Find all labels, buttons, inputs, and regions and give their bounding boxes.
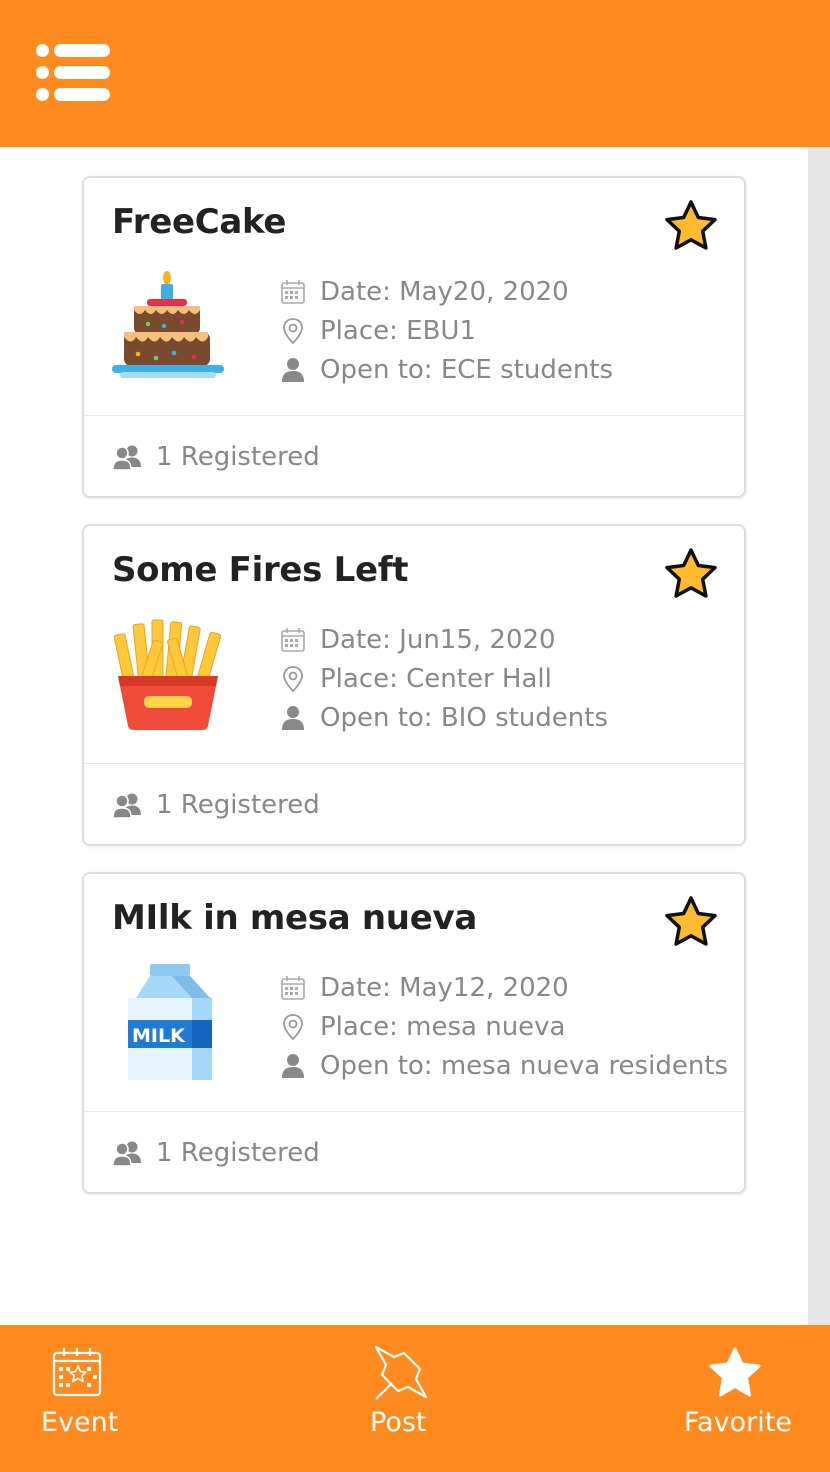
favorite-star-button[interactable]	[662, 546, 720, 602]
event-place: Place: Center Hall	[320, 663, 552, 694]
favorite-star-button[interactable]	[662, 894, 720, 950]
location-pin-icon	[280, 1013, 306, 1041]
star-icon	[665, 896, 717, 946]
card-divider	[84, 1111, 744, 1112]
star-icon	[665, 548, 717, 598]
event-card[interactable]: Some Fires Left Date: Jun15, 2020 Place:…	[82, 524, 746, 846]
event-open-to: Open to: mesa nueva residents	[320, 1050, 729, 1081]
favorite-star-button[interactable]	[662, 198, 720, 254]
star-filled-icon	[709, 1347, 761, 1397]
calendar-icon	[280, 278, 306, 306]
menu-button[interactable]	[36, 44, 112, 104]
nav-favorite-tab[interactable]: Favorite	[680, 1325, 792, 1472]
calendar-icon	[280, 974, 306, 1002]
event-date: Date: Jun15, 2020	[320, 624, 556, 655]
nav-event-label: Event	[41, 1407, 119, 1438]
location-pin-icon	[280, 665, 306, 693]
scrollbar[interactable]	[808, 147, 830, 1325]
event-open-to: Open to: BIO students	[320, 702, 609, 733]
person-icon	[280, 356, 306, 384]
registered-count: 1 Registered	[156, 442, 320, 472]
event-title: MIlk in mesa nueva	[112, 898, 477, 938]
person-icon	[280, 704, 306, 732]
event-date: Date: May12, 2020	[320, 972, 569, 1003]
bottom-navigation: Event Post Favorite	[0, 1325, 830, 1472]
nav-favorite-label: Favorite	[684, 1407, 792, 1438]
nav-post-label: Post	[370, 1407, 427, 1438]
nav-event-tab[interactable]: Event	[30, 1325, 130, 1472]
cake-icon	[110, 266, 226, 386]
users-icon	[112, 791, 142, 819]
calendar-icon	[280, 626, 306, 654]
event-title: Some Fires Left	[112, 550, 409, 590]
registered-count: 1 Registered	[156, 790, 320, 820]
location-pin-icon	[280, 317, 306, 345]
calendar-star-icon	[52, 1348, 102, 1397]
card-divider	[84, 763, 744, 764]
pushpin-icon	[374, 1345, 428, 1400]
hamburger-list-icon	[36, 44, 112, 58]
french-fries-icon	[110, 614, 226, 734]
event-date: Date: May20, 2020	[320, 276, 569, 307]
event-place: Place: EBU1	[320, 315, 476, 346]
users-icon	[112, 1139, 142, 1167]
event-place: Place: mesa nueva	[320, 1011, 566, 1042]
card-divider	[84, 415, 744, 416]
person-icon	[280, 1052, 306, 1080]
event-title: FreeCake	[112, 202, 287, 242]
registered-count: 1 Registered	[156, 1138, 320, 1168]
event-card[interactable]: FreeCake Date: May20, 2020 Place: EBU1 O…	[82, 176, 746, 498]
nav-post-tab[interactable]: Post	[360, 1325, 440, 1472]
app-header	[0, 0, 830, 147]
users-icon	[112, 443, 142, 471]
milk-carton-icon: MILK	[110, 962, 226, 1082]
event-card[interactable]: MIlk in mesa nueva MILK Date: May12, 202…	[82, 872, 746, 1194]
star-icon	[665, 200, 717, 250]
milk-label: MILK	[132, 1025, 186, 1047]
event-open-to: Open to: ECE students	[320, 354, 614, 385]
